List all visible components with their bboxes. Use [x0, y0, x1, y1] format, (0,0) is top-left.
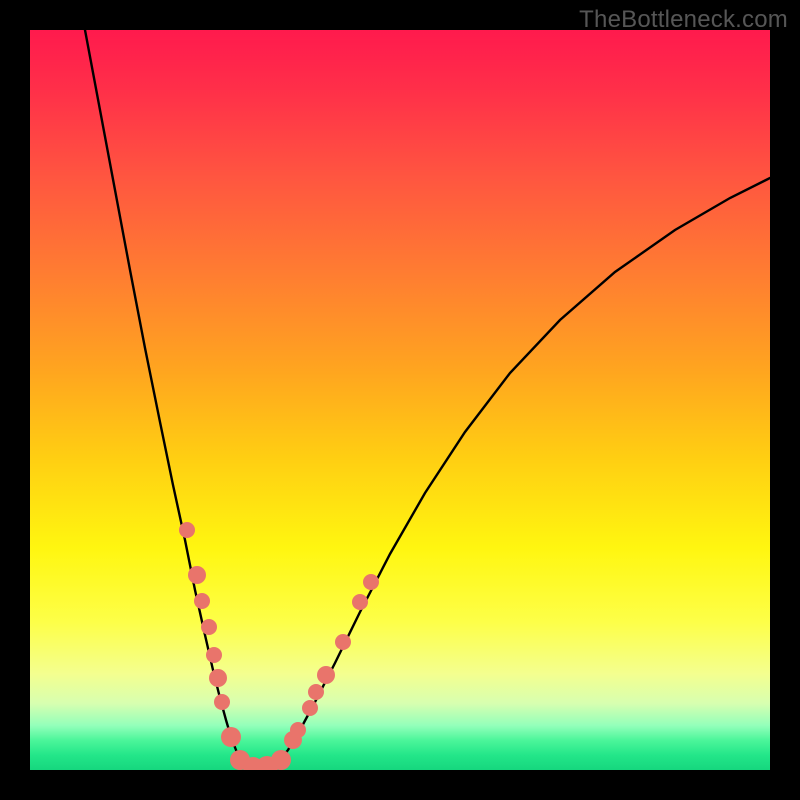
- data-dot: [188, 566, 206, 584]
- data-dot: [214, 694, 230, 710]
- data-dots-group: [179, 522, 379, 770]
- chart-frame: TheBottleneck.com: [0, 0, 800, 800]
- bottleneck-curve-svg: [30, 30, 770, 770]
- data-dot: [209, 669, 227, 687]
- data-dot: [271, 750, 291, 770]
- bottleneck-curve-path: [85, 30, 770, 768]
- data-dot: [335, 634, 351, 650]
- data-dot: [363, 574, 379, 590]
- data-dot: [194, 593, 210, 609]
- data-dot: [179, 522, 195, 538]
- data-dot: [221, 727, 241, 747]
- data-dot: [302, 700, 318, 716]
- gradient-plot-area: [30, 30, 770, 770]
- data-dot: [308, 684, 324, 700]
- data-dot: [352, 594, 368, 610]
- data-dot: [317, 666, 335, 684]
- data-dot: [206, 647, 222, 663]
- data-dot: [201, 619, 217, 635]
- data-dot: [290, 722, 306, 738]
